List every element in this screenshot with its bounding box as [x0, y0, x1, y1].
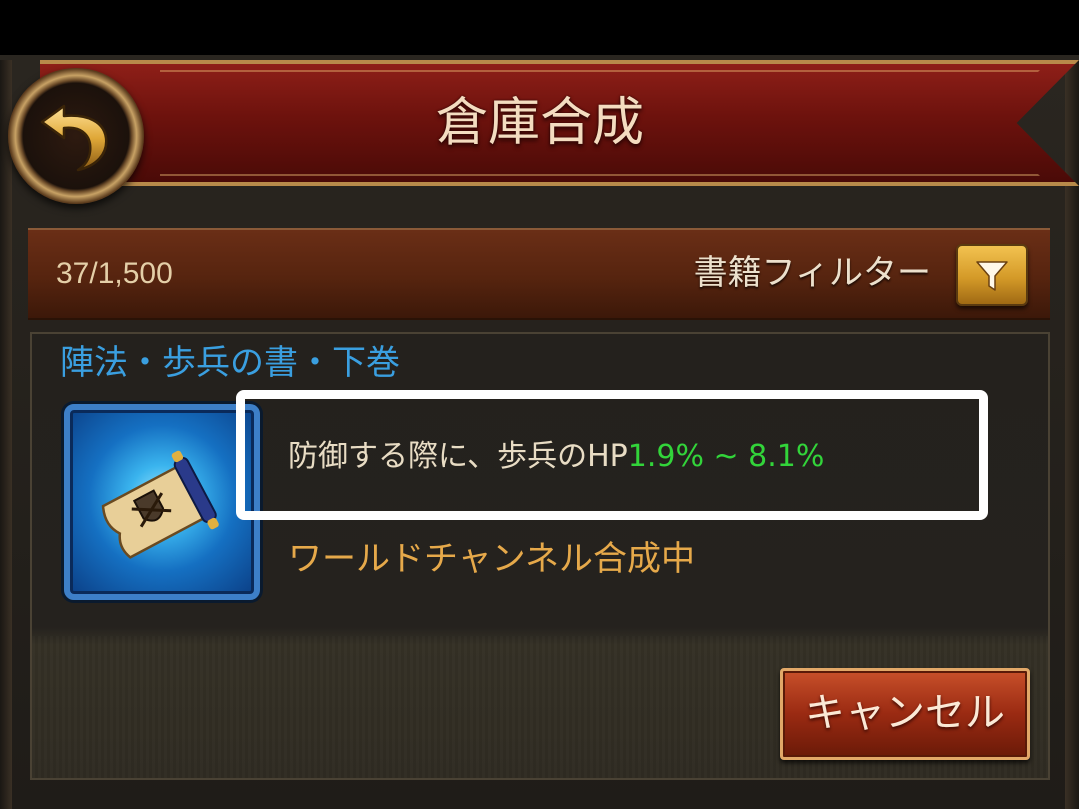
- scroll-icon: [101, 450, 219, 559]
- cancel-button[interactable]: キャンセル: [780, 668, 1030, 760]
- item-icon-frame[interactable]: [64, 404, 260, 600]
- frame-left-edge: [0, 60, 12, 809]
- back-button[interactable]: [8, 68, 144, 204]
- book-filter-button[interactable]: [956, 244, 1028, 306]
- back-arrow-icon: [40, 104, 108, 172]
- synthesis-status: ワールドチャンネル合成中: [288, 539, 695, 579]
- capacity-counter: 37/1,500: [56, 257, 173, 290]
- effect-text: 防御する際に、歩兵のHP: [288, 439, 628, 474]
- effect-description: 防御する際に、歩兵のHP1.9% ~ 8.1%: [288, 432, 824, 482]
- page-title: 倉庫合成: [435, 93, 644, 153]
- effect-range: 1.9% ~ 8.1%: [627, 439, 825, 474]
- frame-right-edge: [1065, 60, 1079, 809]
- book-filter-label[interactable]: 書籍フィルター: [694, 246, 931, 300]
- book-name: 陣法・歩兵の書・下巻: [60, 343, 400, 383]
- filter-funnel-icon: [976, 261, 1008, 291]
